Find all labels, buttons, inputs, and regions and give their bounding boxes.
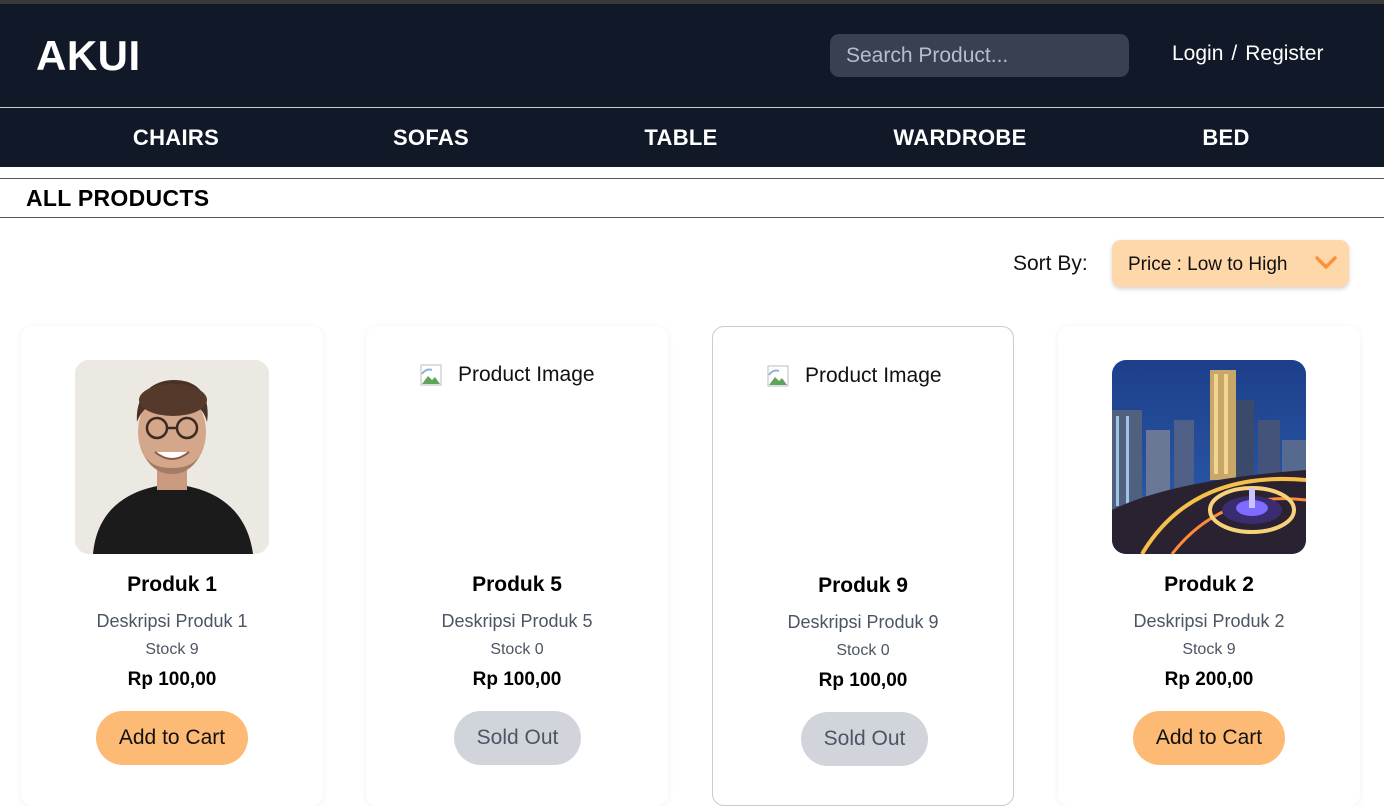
login-link[interactable]: Login: [1172, 42, 1223, 65]
section-bottom-rule: [0, 217, 1384, 218]
chevron-down-icon: [1315, 256, 1337, 269]
product-price: Rp 100,00: [127, 669, 217, 690]
product-name[interactable]: Produk 1: [21, 573, 323, 597]
portrait-photo: [75, 360, 269, 554]
product-description: Deskripsi Produk 2: [1133, 611, 1285, 631]
product-name[interactable]: Produk 9: [713, 574, 1013, 598]
sold-out-button[interactable]: Sold Out: [454, 711, 581, 765]
product-card[interactable]: Product Image Produk 9 Deskripsi Produk …: [712, 326, 1014, 806]
page-title: ALL PRODUCTS: [26, 185, 210, 211]
product-image[interactable]: Product Image: [767, 361, 961, 391]
product-stock: Stock 9: [1182, 641, 1236, 658]
nav-item-table[interactable]: TABLE: [644, 125, 717, 151]
add-to-cart-button[interactable]: Add to Cart: [96, 711, 248, 765]
nav-item-wardrobe[interactable]: WARDROBE: [893, 125, 1026, 151]
nav-item-chairs[interactable]: CHAIRS: [133, 125, 219, 151]
product-description: Deskripsi Produk 9: [787, 612, 939, 632]
nav-item-sofas[interactable]: SOFAS: [393, 125, 469, 151]
site-header: AKUI Login / Register: [0, 4, 1384, 107]
search-input[interactable]: [830, 34, 1129, 77]
auth-separator: /: [1231, 42, 1238, 65]
product-price: Rp 200,00: [1164, 669, 1254, 690]
sort-selected-value: Price : Low to High: [1128, 254, 1288, 275]
auth-links: Login / Register: [1172, 42, 1323, 66]
category-nav: CHAIRS SOFAS TABLE WARDROBE BED: [0, 108, 1384, 167]
broken-image-icon: [420, 364, 442, 386]
section-top-rule: [0, 178, 1384, 179]
product-name[interactable]: Produk 2: [1058, 573, 1360, 597]
broken-image-icon: [767, 365, 789, 387]
product-card[interactable]: Product Image Produk 5 Deskripsi Produk …: [366, 326, 668, 806]
product-name[interactable]: Produk 5: [366, 573, 668, 597]
add-to-cart-button[interactable]: Add to Cart: [1133, 711, 1285, 765]
brand-logo[interactable]: AKUI: [36, 32, 141, 80]
product-image[interactable]: [1112, 360, 1306, 554]
product-stock: Stock 9: [145, 641, 199, 658]
sort-label: Sort By:: [1013, 252, 1088, 275]
product-stock: Stock 0: [490, 641, 544, 658]
product-price: Rp 100,00: [818, 670, 908, 691]
register-link[interactable]: Register: [1245, 42, 1323, 65]
product-card[interactable]: Produk 2 Deskripsi Produk 2 Stock 9 Rp 2…: [1058, 326, 1360, 806]
product-image[interactable]: [75, 360, 269, 554]
product-description: Deskripsi Produk 5: [441, 611, 593, 631]
product-image[interactable]: Product Image: [420, 360, 614, 390]
product-image-alt: Product Image: [458, 363, 595, 386]
product-price: Rp 100,00: [472, 669, 562, 690]
product-description: Deskripsi Produk 1: [96, 611, 248, 631]
sort-dropdown[interactable]: Price : Low to High: [1112, 240, 1349, 287]
product-image-alt: Product Image: [805, 364, 942, 387]
city-night-photo: [1112, 360, 1306, 554]
nav-item-bed[interactable]: BED: [1202, 125, 1249, 151]
product-stock: Stock 0: [836, 642, 890, 659]
sold-out-button[interactable]: Sold Out: [801, 712, 928, 766]
product-card[interactable]: Produk 1 Deskripsi Produk 1 Stock 9 Rp 1…: [21, 326, 323, 806]
